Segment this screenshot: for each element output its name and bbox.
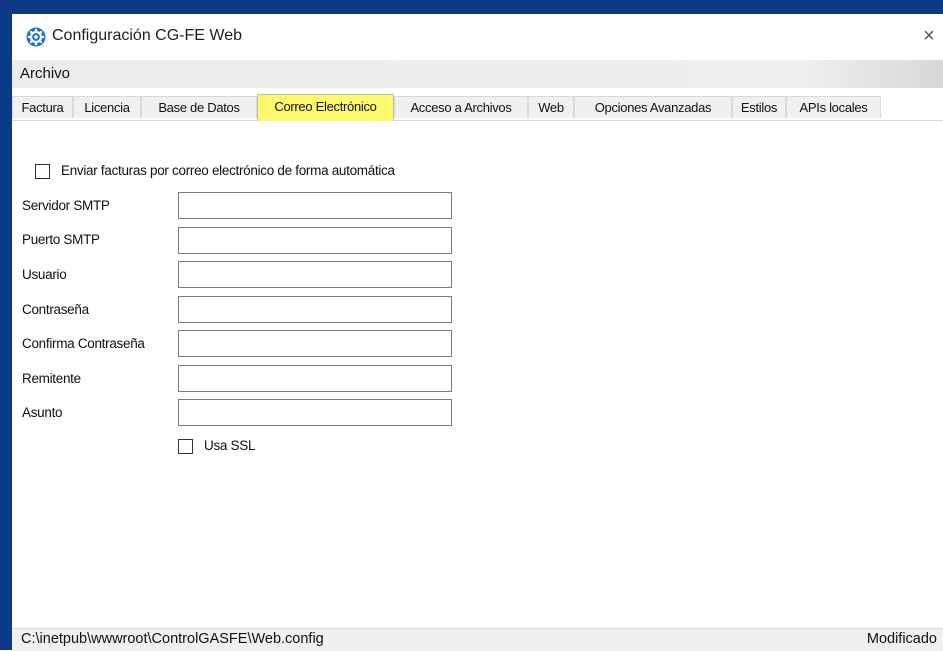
user-label: Usuario [22,267,67,282]
subject-label: Asunto [22,405,63,420]
tab-licencia[interactable]: Licencia [73,96,141,118]
tab-opciones-avanzadas[interactable]: Opciones Avanzadas [574,96,732,118]
tab-estilos[interactable]: Estilos [732,96,786,118]
tab-factura[interactable]: Factura [12,96,73,118]
sender-input[interactable] [178,365,452,392]
status-bar: C:\inetpub\wwwroot\ControlGASFE\Web.conf… [12,628,943,651]
confirm-password-label: Confirma Contraseña [22,336,145,351]
password-label: Contraseña [22,302,89,317]
smtp-server-label: Servidor SMTP [22,198,110,213]
gear-icon [26,27,46,47]
tab-acceso-a-archivos[interactable]: Acceso a Archivos [394,96,528,118]
auto-send-checkbox[interactable] [35,164,50,179]
tab-web[interactable]: Web [528,96,574,118]
sender-label: Remitente [22,371,81,386]
window-title: Configuración CG-FE Web [52,27,242,44]
tab-content-correo: Enviar facturas por correo electrónico d… [12,121,943,628]
tab-strip: Factura Licencia Base de Datos Correo El… [12,94,943,121]
confirm-password-input[interactable] [178,330,452,357]
smtp-server-input[interactable] [178,192,452,219]
title-bar: Configuración CG-FE Web × [12,14,943,60]
close-icon: × [923,25,935,47]
menu-bar: Archivo [12,60,943,88]
config-window: Configuración CG-FE Web × Archivo Factur… [12,14,943,651]
tab-apis-locales[interactable]: APIs locales [786,96,881,118]
tab-base-de-datos[interactable]: Base de Datos [141,96,257,118]
tab-correo-electronico[interactable]: Correo Electrónico [257,94,394,121]
background-desktop-edge [0,0,12,650]
menu-archivo[interactable]: Archivo [20,65,70,82]
password-input[interactable] [178,296,452,323]
user-input[interactable] [178,261,452,288]
auto-send-label: Enviar facturas por correo electrónico d… [61,163,395,178]
modified-status: Modificado [866,631,937,647]
use-ssl-checkbox[interactable] [178,439,193,454]
close-button[interactable]: × [915,22,943,50]
config-file-path: C:\inetpub\wwwroot\ControlGASFE\Web.conf… [21,631,324,647]
use-ssl-label: Usa SSL [204,438,256,453]
background-desktop-strip [0,0,943,14]
smtp-port-label: Puerto SMTP [22,232,100,247]
subject-input[interactable] [178,399,452,426]
smtp-port-input[interactable] [178,227,452,254]
